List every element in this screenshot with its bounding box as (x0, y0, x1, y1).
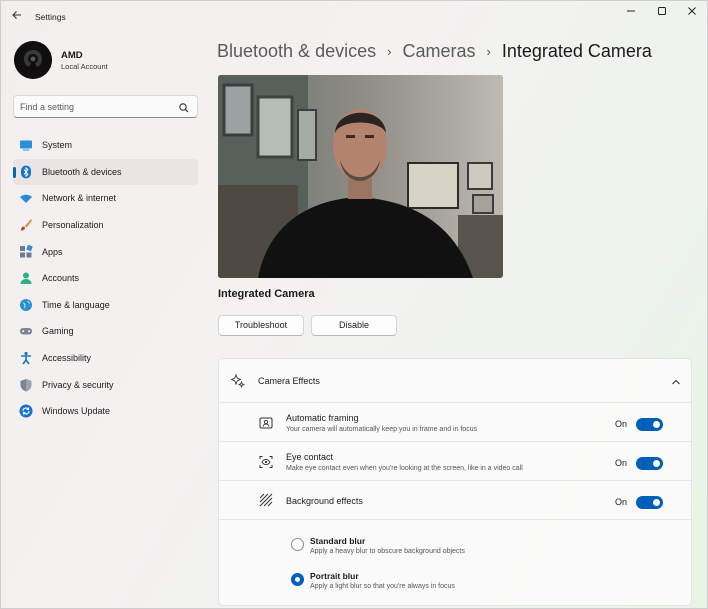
sidebar-item-bluetooth[interactable]: Bluetooth & devices (13, 158, 198, 186)
sidebar-item-label: Accounts (42, 273, 80, 284)
sidebar-nav: System Bluetooth & devices Network & int… (13, 132, 198, 425)
sidebar-item-apps[interactable]: Apps (13, 238, 198, 265)
sidebar-item-label: Personalization (42, 220, 104, 231)
portrait-blur-radio[interactable] (291, 573, 304, 586)
radio-title: Standard blur (310, 536, 366, 546)
gamepad-icon (19, 324, 33, 338)
camera-preview (218, 75, 503, 278)
sidebar-item-personalization[interactable]: Personalization (13, 212, 198, 239)
row-title: Eye contact (286, 452, 334, 462)
camera-effects-title: Camera Effects (258, 376, 320, 386)
sidebar-item-gaming[interactable]: Gaming (13, 318, 198, 345)
eye-contact-toggle[interactable] (636, 457, 663, 470)
background-effects-icon (259, 493, 273, 507)
sidebar-item-accessibility[interactable]: Accessibility (13, 345, 198, 372)
title-bar: Settings (1, 1, 707, 33)
sidebar-item-label: Time & language (42, 299, 110, 310)
blur-options: Standard blur Apply a heavy blur to obsc… (219, 520, 691, 605)
breadcrumb-bluetooth[interactable]: Bluetooth & devices (217, 41, 376, 62)
chevron-right-icon: › (486, 44, 491, 59)
brush-icon (19, 218, 33, 232)
shield-icon (19, 378, 33, 392)
disable-button[interactable]: Disable (311, 315, 397, 336)
row-subtitle: Make eye contact even when you're lookin… (286, 465, 523, 472)
row-subtitle: Your camera will automatically keep you … (286, 426, 478, 433)
sidebar-item-label: Accessibility (42, 353, 92, 364)
person-icon (19, 271, 33, 285)
framing-icon (259, 416, 273, 430)
sidebar-item-label: Bluetooth & devices (42, 166, 122, 177)
row-title: Automatic framing (286, 413, 359, 423)
automatic-framing-row: Automatic framing Your camera will autom… (219, 403, 691, 442)
sidebar-item-time-language[interactable]: Time & language (13, 292, 198, 319)
eye-contact-icon (259, 455, 273, 469)
troubleshoot-button[interactable]: Troubleshoot (218, 315, 304, 336)
chevron-up-icon[interactable] (670, 375, 682, 387)
camera-effects-card: Camera Effects Automatic framing Your ca… (218, 358, 692, 606)
camera-effects-header[interactable]: Camera Effects (219, 359, 691, 403)
toggle-state: On (615, 458, 628, 468)
page-title: Integrated Camera (501, 41, 652, 61)
apps-icon (19, 244, 33, 259)
sidebar-item-system[interactable]: System (13, 132, 198, 159)
globe-icon (19, 298, 33, 312)
account-type: Local Account (61, 62, 108, 71)
chevron-right-icon: › (387, 44, 392, 59)
sidebar-item-network[interactable]: Network & internet (13, 185, 198, 212)
sidebar-item-label: System (42, 140, 73, 151)
sidebar-item-label: Privacy & security (42, 379, 114, 390)
accessibility-icon (19, 351, 33, 365)
sidebar-item-label: Gaming (42, 326, 74, 337)
background-effects-toggle[interactable] (636, 496, 663, 509)
search-icon[interactable] (178, 101, 190, 113)
breadcrumb: Bluetooth & devices › Cameras › Integrat… (217, 41, 652, 62)
sparkle-icon (230, 373, 246, 389)
sidebar-item-label: Network & internet (42, 193, 117, 204)
back-arrow-icon[interactable] (11, 9, 25, 25)
eye-contact-row: Eye contact Make eye contact even when y… (219, 442, 691, 481)
settings-window: Settings AMD Local Account S (0, 0, 708, 609)
toggle-state: On (615, 497, 628, 507)
close-icon[interactable] (678, 5, 706, 21)
radio-subtitle: Apply a light blur so that you're always… (310, 583, 455, 590)
user-name: AMD (61, 50, 83, 61)
maximize-icon[interactable] (648, 5, 676, 21)
update-icon (19, 404, 33, 418)
sidebar-item-label: Windows Update (42, 406, 111, 417)
camera-name: Integrated Camera (218, 288, 315, 300)
automatic-framing-toggle[interactable] (636, 418, 663, 431)
radio-title: Portrait blur (310, 571, 359, 581)
wifi-icon (19, 191, 33, 205)
breadcrumb-cameras[interactable]: Cameras (402, 41, 475, 62)
sidebar-item-privacy-security[interactable]: Privacy & security (13, 371, 198, 398)
search-input[interactable] (20, 100, 170, 114)
radio-subtitle: Apply a heavy blur to obscure background… (310, 548, 465, 555)
sidebar-item-windows-update[interactable]: Windows Update (13, 398, 198, 425)
toggle-state: On (615, 419, 628, 429)
avatar[interactable] (14, 41, 52, 79)
app-title: Settings (35, 12, 66, 22)
bluetooth-icon (19, 165, 33, 179)
monitor-icon (19, 138, 33, 152)
row-title: Background effects (286, 496, 363, 506)
minimize-icon[interactable] (617, 5, 645, 21)
background-effects-row: Background effects On (219, 481, 691, 520)
search-box[interactable] (13, 95, 198, 118)
standard-blur-radio[interactable] (291, 538, 304, 551)
sidebar-item-label: Apps (42, 246, 63, 257)
sidebar-item-accounts[interactable]: Accounts (13, 265, 198, 292)
